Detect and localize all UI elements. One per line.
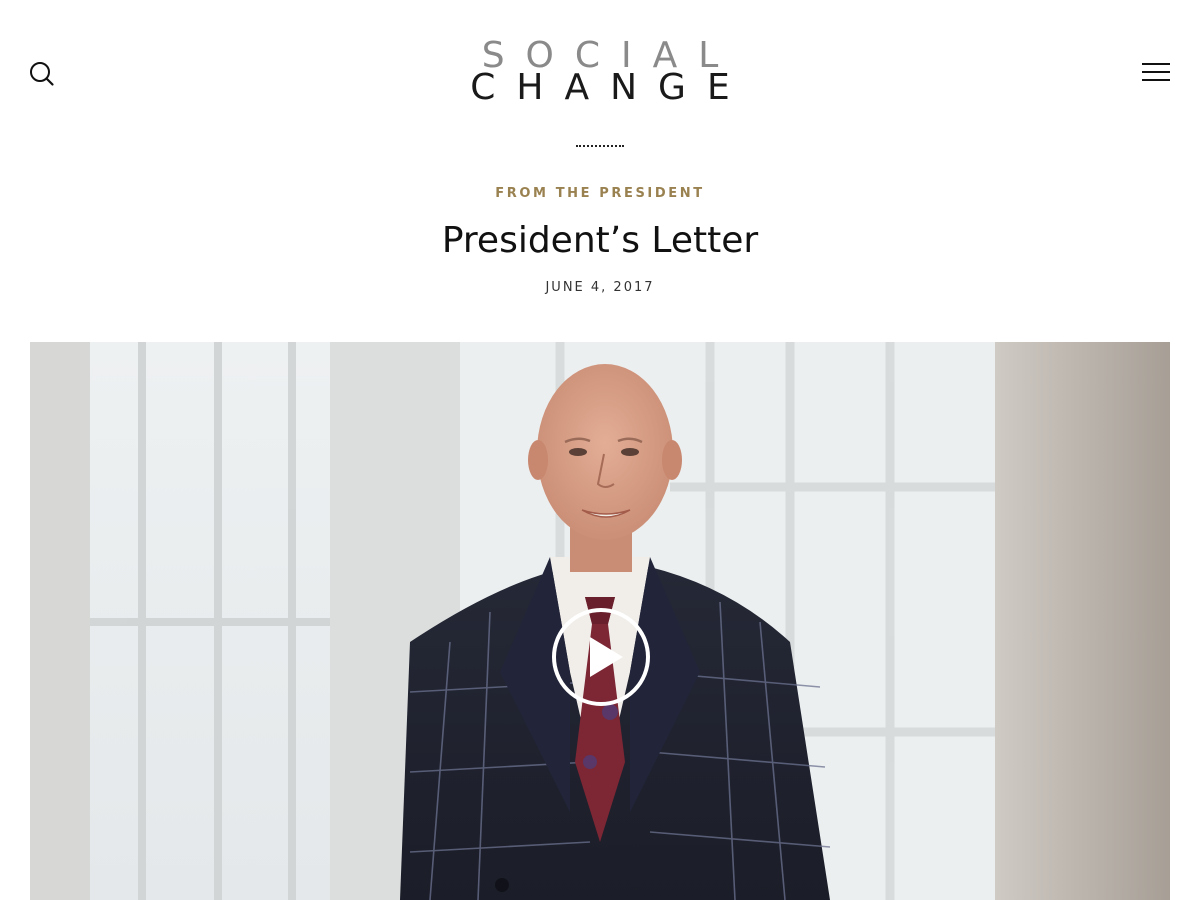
logo-line-change: CHANGE: [470, 67, 751, 108]
play-icon: [552, 608, 650, 706]
article-title: President’s Letter: [441, 220, 759, 261]
site-logo[interactable]: SOCIAL CHANGE: [460, 38, 740, 110]
header-divider: [576, 145, 624, 147]
video-player[interactable]: [30, 342, 1170, 900]
article-category[interactable]: FROM THE PRESIDENT: [0, 186, 1200, 201]
menu-button[interactable]: [1140, 60, 1172, 84]
site-header: SOCIAL CHANGE: [0, 0, 1200, 150]
page: SOCIAL CHANGE FROM THE PRESIDENT Preside…: [0, 0, 1200, 900]
play-button[interactable]: [551, 607, 651, 707]
article-date: JUNE 4, 2017: [545, 280, 655, 295]
search-button[interactable]: [28, 60, 56, 88]
search-icon: [30, 62, 54, 86]
